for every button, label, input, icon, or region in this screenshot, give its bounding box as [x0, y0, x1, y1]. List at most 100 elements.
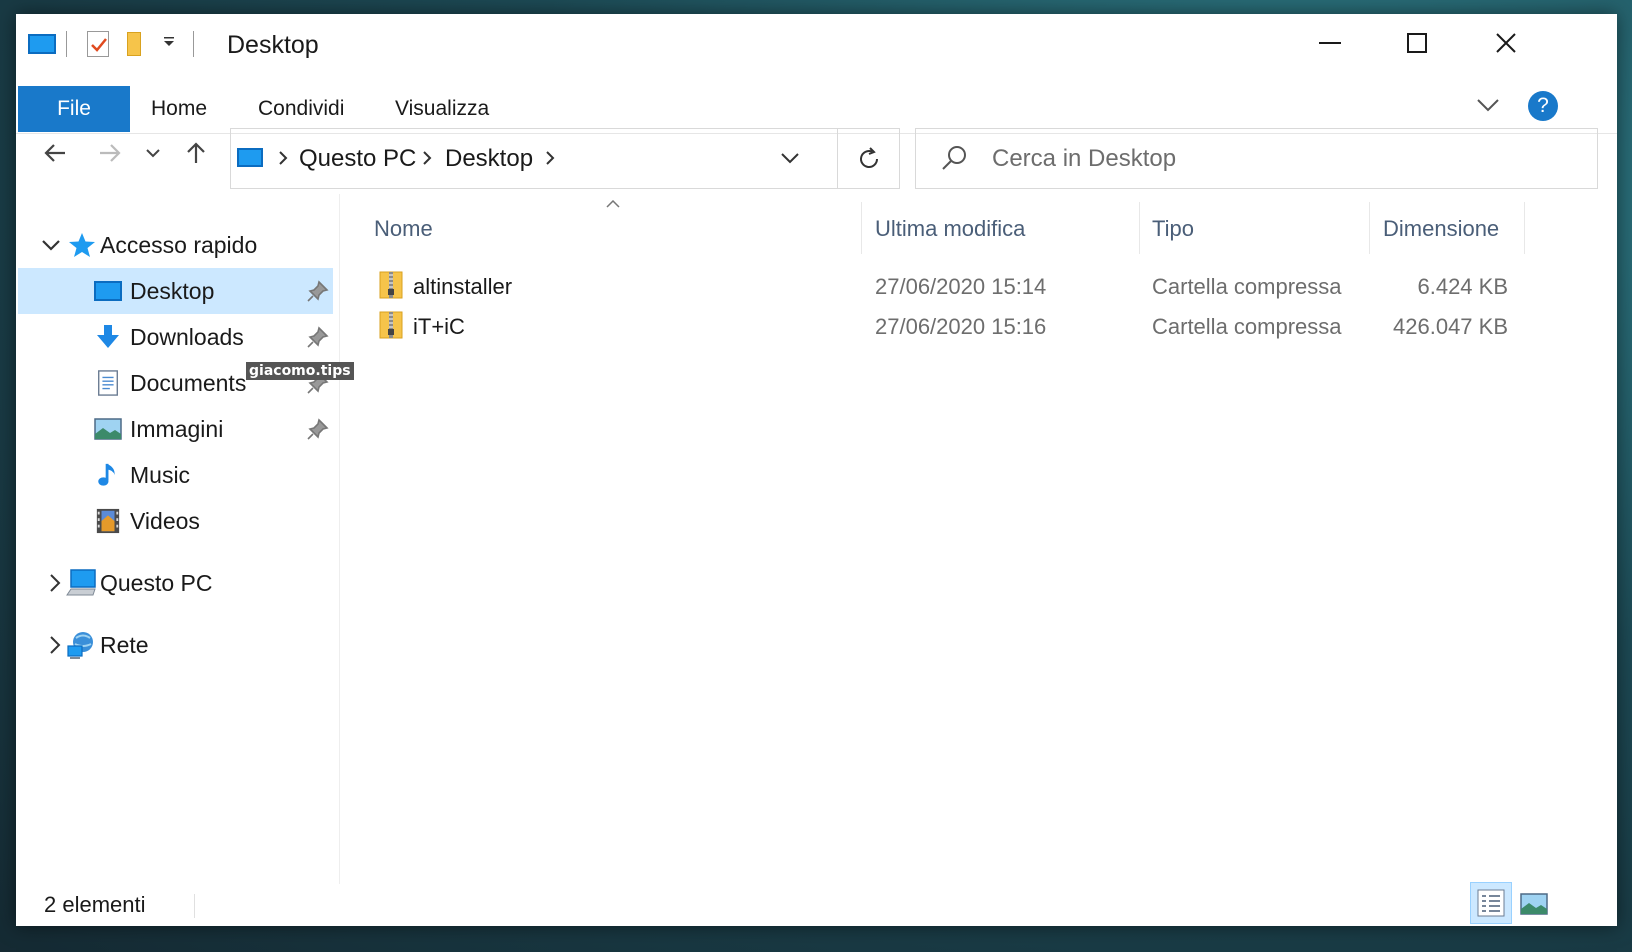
breadcrumb-questo-pc[interactable]: Questo PC	[299, 145, 416, 173]
chevron-down-icon	[1477, 99, 1499, 112]
chevron-down-icon[interactable]	[42, 239, 60, 251]
file-size: 426.047 KB	[1393, 314, 1508, 339]
table-row[interactable]: iT+iC 27/06/2020 15:16 Cartella compress…	[371, 308, 1531, 348]
ribbon: File Home Condividi Visualizza ?	[16, 72, 1617, 134]
table-row[interactable]: altinstaller 27/06/2020 15:14 Cartella c…	[371, 268, 1531, 308]
minimize-button[interactable]	[1284, 14, 1376, 72]
chevron-down-icon	[146, 148, 160, 157]
tab-visualizza[interactable]: Visualizza	[395, 86, 489, 132]
quick-access-toolbar	[28, 28, 194, 60]
new-folder-icon[interactable]	[127, 32, 141, 56]
computer-icon	[66, 569, 96, 596]
arrow-up-icon	[187, 142, 205, 163]
search-placeholder: Cerca in Desktop	[992, 145, 1177, 172]
nav-item-label: Videos	[130, 507, 200, 534]
arrow-left-icon	[44, 144, 65, 162]
pin-icon[interactable]	[307, 326, 329, 348]
zip-folder-icon	[379, 271, 403, 299]
nav-this-pc[interactable]: Questo PC	[18, 560, 333, 606]
refresh-button[interactable]	[838, 128, 900, 189]
desktop-icon	[28, 34, 56, 54]
network-icon	[67, 632, 93, 659]
breadcrumb-desktop[interactable]: Desktop	[445, 145, 533, 173]
recent-locations-button[interactable]	[133, 124, 173, 182]
chevron-down-icon[interactable]	[781, 153, 799, 164]
music-note-icon	[98, 463, 115, 486]
nav-item-desktop[interactable]: Desktop	[18, 268, 333, 314]
help-icon: ?	[1537, 94, 1549, 117]
column-header-ultima-modifica[interactable]: Ultima modifica	[875, 216, 1025, 242]
nav-item-music[interactable]: Music	[18, 452, 333, 498]
nav-item-downloads[interactable]: Downloads	[18, 314, 333, 360]
nav-item-label: Music	[130, 461, 191, 488]
address-bar[interactable]: Questo PC Desktop	[230, 128, 838, 189]
nav-item-label: Downloads	[130, 323, 244, 350]
large-icons-view-icon	[1520, 893, 1548, 915]
nav-item-label: Desktop	[130, 277, 215, 304]
picture-icon	[94, 418, 122, 440]
desktop-icon	[94, 281, 122, 301]
expand-ribbon-button[interactable]	[1476, 98, 1500, 117]
file-list: Nome Ultima modifica Tipo Dimensione alt…	[341, 194, 1617, 884]
pin-icon[interactable]	[307, 418, 329, 440]
file-size: 6.424 KB	[1417, 274, 1508, 299]
nav-item-label: Documents	[130, 369, 247, 396]
nav-item-immagini[interactable]: Immagini	[18, 406, 333, 452]
search-box[interactable]: Cerca in Desktop	[915, 128, 1598, 189]
file-modified: 27/06/2020 15:16	[875, 314, 1047, 339]
desktop-icon	[237, 148, 263, 167]
up-button[interactable]	[173, 124, 219, 182]
document-icon	[98, 370, 118, 396]
chevron-right-icon[interactable]	[50, 574, 61, 592]
file-type: Cartella compressa	[1152, 314, 1342, 339]
navigation-pane: Accesso rapido Desktop Downloads Documen…	[16, 194, 340, 884]
nav-quick-access-label: Accesso rapido	[100, 231, 258, 258]
arrow-right-icon	[100, 144, 121, 162]
window-title: Desktop	[227, 31, 319, 59]
back-button[interactable]	[32, 124, 78, 182]
chevron-right-icon[interactable]	[50, 636, 61, 654]
details-view-icon	[1477, 889, 1505, 917]
nav-item-label: Immagini	[130, 415, 224, 442]
column-divider[interactable]	[861, 202, 862, 254]
search-icon	[942, 146, 966, 170]
chevron-right-icon	[279, 151, 288, 165]
file-modified: 27/06/2020 15:14	[875, 274, 1047, 299]
divider	[193, 31, 194, 57]
nav-item-videos[interactable]: Videos	[18, 498, 333, 544]
properties-icon[interactable]	[87, 31, 109, 57]
nav-network[interactable]: Rete	[18, 622, 333, 668]
column-header-dimensione[interactable]: Dimensione	[1383, 216, 1499, 242]
column-header-tipo[interactable]: Tipo	[1152, 216, 1194, 242]
column-divider[interactable]	[1524, 202, 1525, 254]
close-button[interactable]	[1460, 14, 1552, 72]
file-name: iT+iC	[413, 314, 465, 339]
item-count: 2 elementi	[44, 892, 146, 917]
pin-icon[interactable]	[307, 280, 329, 302]
forward-button[interactable]	[87, 124, 133, 182]
title-bar: Desktop	[16, 14, 1617, 72]
file-name: altinstaller	[413, 274, 513, 299]
close-icon	[1496, 33, 1516, 53]
sort-ascending-icon	[606, 200, 620, 208]
tab-condividi[interactable]: Condividi	[258, 86, 344, 132]
help-button[interactable]: ?	[1528, 91, 1558, 121]
column-divider[interactable]	[1369, 202, 1370, 254]
file-type: Cartella compressa	[1152, 274, 1342, 299]
download-arrow-icon	[97, 325, 119, 348]
maximize-button[interactable]	[1371, 14, 1463, 72]
column-divider[interactable]	[1139, 202, 1140, 254]
column-header-nome[interactable]: Nome	[374, 216, 433, 242]
divider	[194, 894, 195, 918]
explorer-window: Desktop File Home Condividi Visualizza ?	[16, 14, 1617, 926]
large-icons-view-button[interactable]	[1516, 884, 1552, 924]
zip-folder-icon	[379, 311, 403, 339]
nav-this-pc-label: Questo PC	[100, 569, 213, 596]
details-view-button[interactable]	[1470, 882, 1512, 924]
maximize-icon	[1407, 33, 1427, 53]
nav-quick-access[interactable]: Accesso rapido	[18, 222, 333, 268]
divider	[66, 31, 67, 57]
chevron-right-icon	[546, 151, 555, 165]
film-icon	[96, 508, 120, 534]
customize-toolbar-icon[interactable]	[163, 35, 175, 53]
